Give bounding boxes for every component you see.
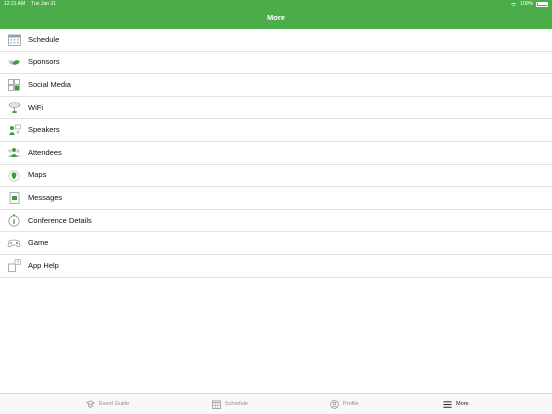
wifi-status-icon: [511, 2, 517, 6]
profile-icon: [330, 399, 339, 409]
menu-item-maps[interactable]: Maps: [0, 165, 552, 188]
messages-icon: [7, 191, 21, 205]
menu-item-label: Schedule: [28, 34, 60, 44]
tab-more[interactable]: More: [443, 394, 469, 414]
nav-header: 12:21 AM Tue Jan 31 100% More: [0, 0, 552, 29]
status-bar: 12:21 AM Tue Jan 31 100%: [0, 0, 552, 8]
battery-icon: [536, 1, 548, 7]
menu-item-label: Sponsors: [28, 57, 60, 67]
gamepad-icon: [7, 236, 21, 250]
tab-bar: Event Guide Schedule Profile More: [0, 393, 552, 414]
calendar-icon: [212, 400, 221, 409]
menu-item-speakers[interactable]: Speakers: [0, 119, 552, 142]
tab-label: Event Guide: [99, 401, 130, 407]
menu-item-sponsors[interactable]: Sponsors: [0, 52, 552, 75]
menu-item-schedule[interactable]: Schedule: [0, 29, 552, 52]
menu-item-game[interactable]: Game: [0, 232, 552, 255]
event-guide-icon: [86, 399, 95, 409]
tab-label: Schedule: [225, 401, 248, 407]
tab-profile[interactable]: Profile: [330, 394, 359, 414]
battery-percent: 100%: [520, 1, 533, 7]
menu-item-label: Messages: [28, 192, 63, 202]
menu-item-label: App Help: [28, 260, 59, 270]
menu-item-messages[interactable]: Messages: [0, 187, 552, 210]
info-icon: [7, 214, 21, 228]
menu-item-attendees[interactable]: Attendees: [0, 142, 552, 165]
status-date: Tue Jan 31: [31, 1, 56, 7]
tab-label: Profile: [343, 401, 359, 407]
menu-item-label: Social Media: [28, 79, 71, 89]
tab-event-guide[interactable]: Event Guide: [86, 394, 129, 414]
status-time: 12:21 AM: [4, 1, 26, 7]
map-pin-icon: [7, 169, 21, 183]
menu-item-conference-details[interactable]: Conference Details: [0, 210, 552, 233]
attendees-icon: [7, 146, 21, 160]
menu-item-label: Attendees: [28, 147, 62, 157]
social-grid-icon: [7, 78, 21, 92]
help-icon: ?: [7, 259, 21, 273]
menu-item-social-media[interactable]: Social Media: [0, 74, 552, 97]
page-title: More: [267, 13, 285, 22]
menu-item-label: WiFi: [28, 102, 43, 112]
tab-label: More: [456, 401, 469, 407]
menu-item-wifi[interactable]: WiFi: [0, 97, 552, 120]
wifi-router-icon: [7, 101, 21, 115]
hamburger-icon: [443, 400, 452, 408]
menu-item-label: Game: [28, 238, 49, 248]
menu-item-label: Conference Details: [28, 215, 92, 225]
handshake-icon: [7, 56, 21, 70]
menu-item-label: Maps: [28, 170, 47, 180]
calendar-icon: [7, 33, 21, 47]
menu-item-app-help[interactable]: ? App Help: [0, 255, 552, 278]
tab-schedule[interactable]: Schedule: [212, 394, 248, 414]
menu-item-label: Speakers: [28, 125, 60, 135]
more-menu-list: Schedule Sponsors Social Media WiFi Spea…: [0, 29, 552, 278]
speakers-icon: [7, 123, 21, 137]
